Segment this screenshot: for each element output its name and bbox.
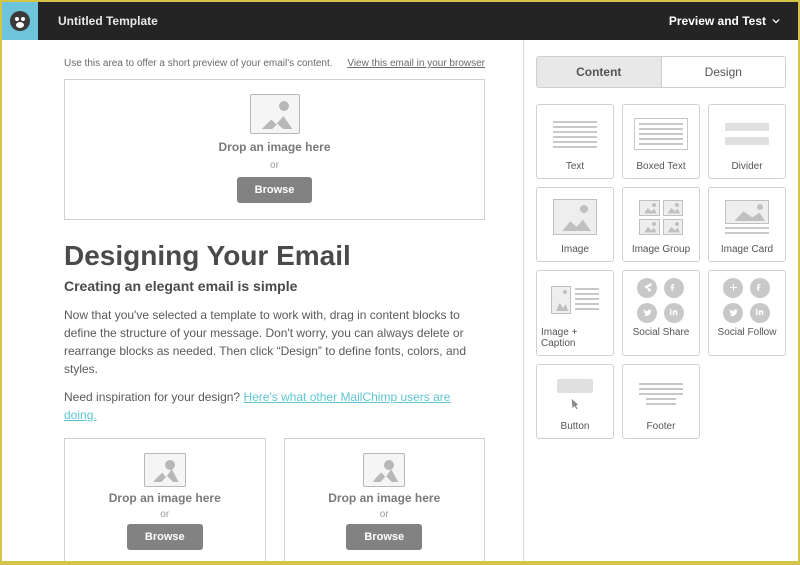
text-lines-icon	[553, 121, 597, 148]
drop-image-label: Drop an image here	[218, 140, 330, 154]
image-dropzone-right[interactable]: Drop an image here or Browse	[284, 438, 486, 561]
block-image-caption[interactable]: Image + Caption	[536, 270, 614, 356]
browse-button[interactable]: Browse	[346, 524, 422, 550]
two-column-row: Drop an image here or Browse Your text c…	[64, 438, 485, 561]
footer-icon	[639, 383, 683, 405]
block-label: Boxed Text	[636, 161, 685, 172]
column-right: Drop an image here or Browse Your text c…	[284, 438, 486, 561]
workspace: Use this area to offer a short preview o…	[2, 40, 798, 561]
block-label: Image + Caption	[541, 327, 609, 349]
block-image-card[interactable]: Image Card	[708, 187, 786, 262]
browse-button[interactable]: Browse	[127, 524, 203, 550]
block-label: Button	[561, 421, 590, 432]
tab-design[interactable]: Design	[661, 57, 786, 87]
block-label: Social Share	[633, 327, 690, 338]
email-heading[interactable]: Designing Your Email	[64, 240, 485, 272]
block-social-follow[interactable]: Social Follow	[708, 270, 786, 356]
image-placeholder-icon	[144, 453, 186, 487]
email-subheading[interactable]: Creating an elegant email is simple	[64, 278, 485, 294]
preview-test-label: Preview and Test	[669, 14, 766, 28]
divider-icon	[725, 123, 769, 145]
block-label: Divider	[731, 161, 762, 172]
mailchimp-logo[interactable]	[2, 2, 38, 40]
image-caption-icon	[551, 286, 599, 314]
block-image[interactable]: Image	[536, 187, 614, 262]
or-label: or	[380, 509, 389, 520]
inspiration-prefix: Need inspiration for your design?	[64, 390, 243, 404]
inspiration-paragraph[interactable]: Need inspiration for your design? Here's…	[64, 388, 485, 424]
block-divider[interactable]: Divider	[708, 104, 786, 179]
panel-tabs: Content Design	[536, 56, 786, 88]
image-placeholder-icon	[363, 453, 405, 487]
image-placeholder-icon	[250, 94, 300, 134]
tab-content[interactable]: Content	[537, 57, 661, 87]
block-grid: Text Boxed Text Divider Image Image Grou…	[536, 104, 786, 439]
image-card-icon	[725, 200, 769, 234]
preview-test-dropdown[interactable]: Preview and Test	[669, 14, 780, 28]
block-label: Image Group	[632, 244, 690, 255]
button-icon	[553, 376, 597, 412]
chevron-down-icon	[772, 17, 780, 25]
content-panel: Content Design Text Boxed Text Divider	[523, 40, 798, 561]
email-body[interactable]: Now that you've selected a template to w…	[64, 306, 485, 378]
block-button[interactable]: Button	[536, 364, 614, 439]
block-label: Footer	[647, 421, 676, 432]
view-in-browser-link[interactable]: View this email in your browser	[347, 58, 485, 69]
drop-image-label: Drop an image here	[109, 491, 221, 505]
block-label: Image	[561, 244, 589, 255]
block-label: Social Follow	[718, 327, 777, 338]
image-icon	[553, 199, 597, 235]
drop-image-label: Drop an image here	[328, 491, 440, 505]
block-text[interactable]: Text	[536, 104, 614, 179]
block-social-share[interactable]: Social Share	[622, 270, 700, 356]
social-share-icon	[637, 278, 685, 323]
app-frame: Untitled Template Preview and Test Use t…	[2, 2, 798, 561]
block-label: Image Card	[721, 244, 773, 255]
boxed-text-icon	[634, 118, 688, 150]
social-follow-icon	[723, 278, 771, 323]
block-label: Text	[566, 161, 584, 172]
column-left: Drop an image here or Browse Your text c…	[64, 438, 266, 561]
hero-image-dropzone[interactable]: Drop an image here or Browse	[64, 79, 485, 220]
or-label: or	[160, 509, 169, 520]
block-image-group[interactable]: Image Group	[622, 187, 700, 262]
monkey-icon	[8, 9, 32, 33]
block-boxed-text[interactable]: Boxed Text	[622, 104, 700, 179]
email-canvas: Use this area to offer a short preview o…	[2, 40, 523, 561]
browse-button[interactable]: Browse	[237, 177, 313, 203]
top-bar: Untitled Template Preview and Test	[2, 2, 798, 40]
or-label: or	[270, 160, 279, 171]
image-group-icon	[639, 200, 683, 235]
image-dropzone-left[interactable]: Drop an image here or Browse	[64, 438, 266, 561]
block-footer[interactable]: Footer	[622, 364, 700, 439]
preview-hint: Use this area to offer a short preview o…	[64, 58, 333, 69]
template-title: Untitled Template	[58, 14, 158, 28]
